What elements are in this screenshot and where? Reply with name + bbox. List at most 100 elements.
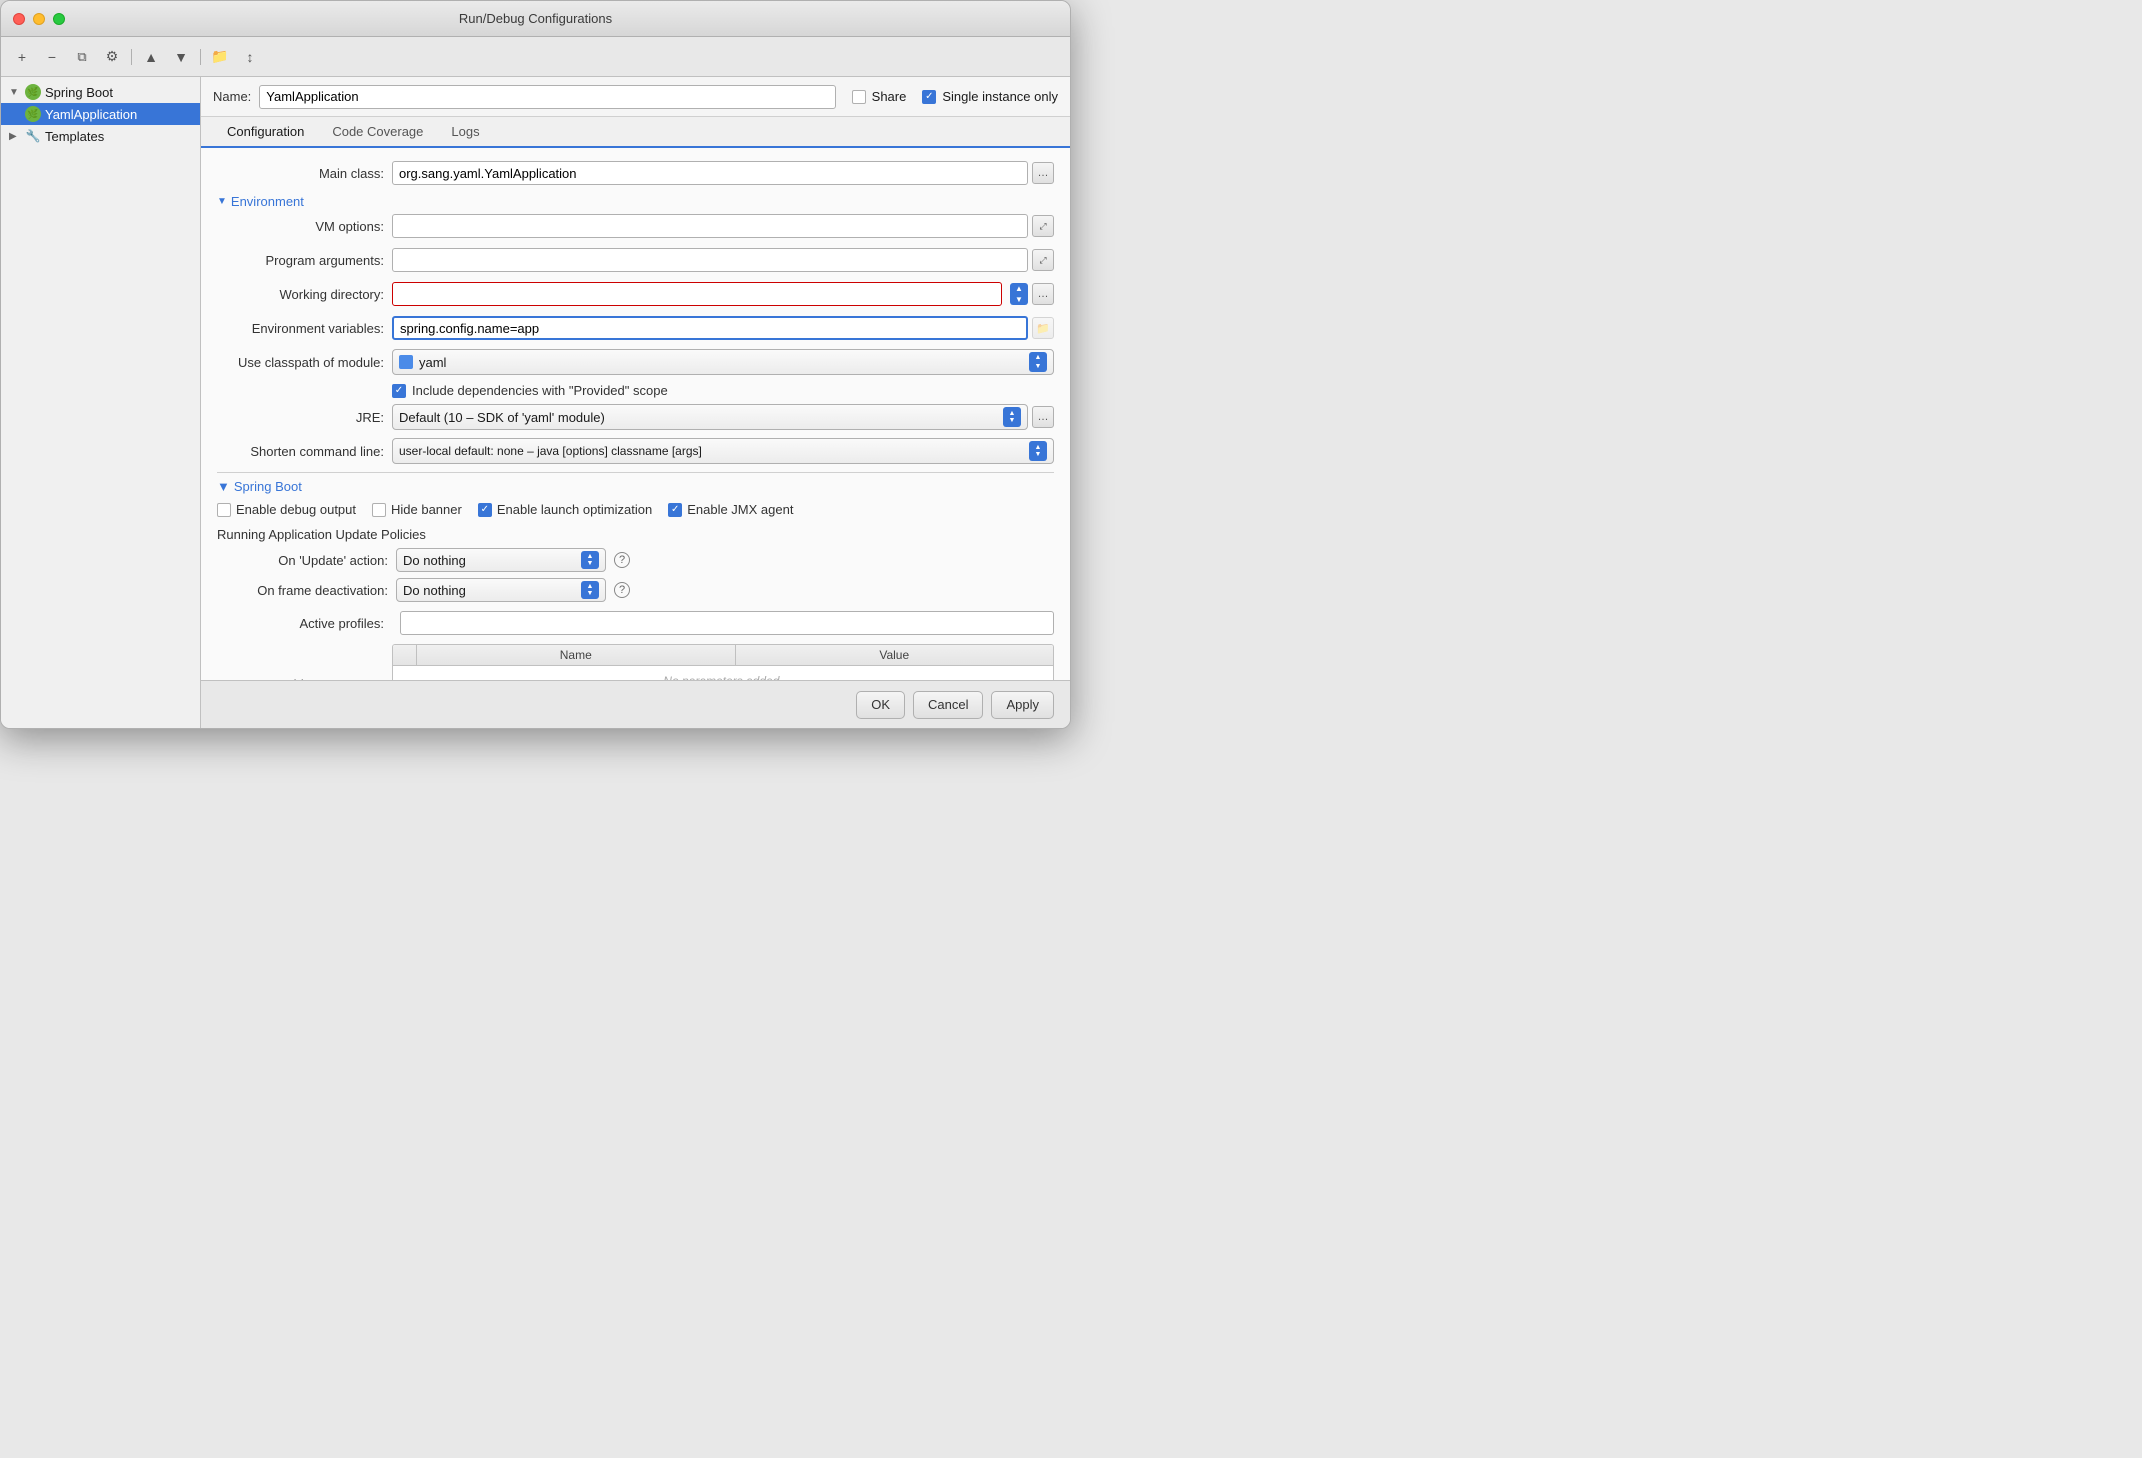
on-frame-deact-help-icon[interactable]: ?: [614, 582, 630, 598]
on-update-help-icon[interactable]: ?: [614, 552, 630, 568]
on-frame-deact-label: On frame deactivation:: [233, 583, 388, 598]
hide-banner-checkbox[interactable]: [372, 503, 386, 517]
templates-label: Templates: [45, 129, 104, 144]
main-class-label: Main class:: [217, 166, 392, 181]
working-dir-dropdown-button[interactable]: ▲ ▼: [1010, 283, 1028, 305]
traffic-lights: [13, 13, 65, 25]
name-input[interactable]: [259, 85, 835, 109]
on-update-label: On 'Update' action:: [233, 553, 388, 568]
env-vars-row: Environment variables: 📁: [217, 315, 1054, 341]
share-label: Share: [872, 89, 907, 104]
tab-code-coverage[interactable]: Code Coverage: [318, 117, 437, 148]
run-debug-config-window: Run/Debug Configurations + − ⧉ ⚙ ▲ ▼ 📁 ↕…: [0, 0, 1071, 729]
active-profiles-field: [400, 611, 1054, 635]
params-table-header: Name Value: [393, 645, 1053, 666]
policies-title: Running Application Update Policies: [217, 527, 1054, 542]
working-dir-row: Working directory: ▲ ▼ …: [217, 281, 1054, 307]
toolbar-separator: [131, 49, 132, 65]
env-vars-browse-button[interactable]: 📁: [1032, 317, 1054, 339]
minimize-button[interactable]: [33, 13, 45, 25]
share-section: Share: [852, 89, 907, 104]
add-config-button[interactable]: +: [9, 46, 35, 68]
cancel-button[interactable]: Cancel: [913, 691, 983, 719]
shorten-cmd-select[interactable]: user-local default: none – java [options…: [392, 438, 1054, 464]
top-toolbar: + − ⧉ ⚙ ▲ ▼ 📁 ↕: [1, 37, 1070, 77]
jre-browse-button[interactable]: …: [1032, 406, 1054, 428]
enable-debug-item: Enable debug output: [217, 502, 356, 517]
on-frame-deact-arrows: ▲ ▼: [581, 581, 599, 599]
environment-section-header: ▼ Environment: [217, 194, 1054, 209]
main-content: ▼ 🌿 Spring Boot 🌿 YamlApplication ▶ 🔧 Te…: [1, 77, 1070, 728]
program-args-input[interactable]: [392, 248, 1028, 272]
up-button[interactable]: ▲: [138, 46, 164, 68]
vm-options-label: VM options:: [217, 219, 392, 234]
enable-jmx-checkbox[interactable]: [668, 503, 682, 517]
spring-boot-section-label: Spring Boot: [234, 479, 302, 494]
titlebar: Run/Debug Configurations: [1, 1, 1070, 37]
classpath-field: yaml ▲ ▼: [392, 349, 1054, 375]
shorten-cmd-row: Shorten command line: user-local default…: [217, 438, 1054, 464]
tab-configuration[interactable]: Configuration: [213, 117, 318, 148]
tabs-bar: Configuration Code Coverage Logs: [201, 117, 1070, 148]
ok-button[interactable]: OK: [856, 691, 905, 719]
include-deps-row: Include dependencies with "Provided" sco…: [217, 383, 1054, 398]
down-button[interactable]: ▼: [168, 46, 194, 68]
active-profiles-label: Active profiles:: [217, 616, 392, 631]
on-frame-deact-select[interactable]: Do nothing ▲ ▼: [396, 578, 606, 602]
enable-launch-opt-label: Enable launch optimization: [497, 502, 652, 517]
active-profiles-row: Active profiles:: [217, 610, 1054, 636]
share-checkbox[interactable]: [852, 90, 866, 104]
main-class-browse-button[interactable]: …: [1032, 162, 1054, 184]
program-args-expand-button[interactable]: ⤢: [1032, 249, 1054, 271]
main-class-input[interactable]: [392, 161, 1028, 185]
spring-boot-section-header: ▼ Spring Boot: [217, 479, 1054, 494]
tab-logs[interactable]: Logs: [437, 117, 493, 148]
remove-config-button[interactable]: −: [39, 46, 65, 68]
hide-banner-item: Hide banner: [372, 502, 462, 517]
include-deps-checkbox[interactable]: [392, 384, 406, 398]
working-dir-input[interactable]: [392, 282, 1002, 306]
classpath-value: yaml: [419, 355, 446, 370]
classpath-label: Use classpath of module:: [217, 355, 392, 370]
form-area: Main class: … ▼ Environment VM options:: [201, 148, 1070, 680]
close-button[interactable]: [13, 13, 25, 25]
move-to-folder-button[interactable]: 📁: [207, 46, 233, 68]
name-row: Name: Share Single instance only: [201, 77, 1070, 117]
override-params-label-row: Override parameters: Name Value: [217, 644, 1054, 680]
classpath-select[interactable]: yaml ▲ ▼: [392, 349, 1054, 375]
jre-select[interactable]: Default (10 – SDK of 'yaml' module) ▲ ▼: [392, 404, 1028, 430]
single-instance-section: Single instance only: [922, 89, 1058, 104]
jre-label: JRE:: [217, 410, 392, 425]
vm-options-expand-button[interactable]: ⤢: [1032, 215, 1054, 237]
override-params-table: Name Value No parameters added. + −: [392, 644, 1054, 680]
spring-boot-icon: 🌿: [25, 84, 41, 100]
sort-button[interactable]: ↕: [237, 46, 263, 68]
templates-arrow-icon: ▶: [9, 131, 21, 142]
name-label: Name:: [213, 89, 251, 104]
enable-jmx-label: Enable JMX agent: [687, 502, 793, 517]
sidebar: ▼ 🌿 Spring Boot 🌿 YamlApplication ▶ 🔧 Te…: [1, 77, 201, 728]
sidebar-item-spring-boot[interactable]: ▼ 🌿 Spring Boot: [1, 81, 200, 103]
enable-debug-checkbox[interactable]: [217, 503, 231, 517]
include-deps-label: Include dependencies with "Provided" sco…: [412, 383, 668, 398]
enable-debug-label: Enable debug output: [236, 502, 356, 517]
vm-options-input[interactable]: [392, 214, 1028, 238]
sidebar-item-yaml-application[interactable]: 🌿 YamlApplication: [1, 103, 200, 125]
apply-button[interactable]: Apply: [991, 691, 1054, 719]
program-args-field: ⤢: [392, 248, 1054, 272]
active-profiles-input[interactable]: [400, 611, 1054, 635]
copy-config-button[interactable]: ⧉: [69, 46, 95, 68]
enable-launch-opt-checkbox[interactable]: [478, 503, 492, 517]
toolbar-separator-2: [200, 49, 201, 65]
environment-label: Environment: [231, 194, 304, 209]
working-dir-browse-button[interactable]: …: [1032, 283, 1054, 305]
working-dir-label: Working directory:: [217, 287, 392, 302]
settings-button[interactable]: ⚙: [99, 46, 125, 68]
on-update-select[interactable]: Do nothing ▲ ▼: [396, 548, 606, 572]
module-icon: [399, 355, 413, 369]
yaml-app-icon: 🌿: [25, 106, 41, 122]
maximize-button[interactable]: [53, 13, 65, 25]
env-vars-input[interactable]: [392, 316, 1028, 340]
sidebar-item-templates[interactable]: ▶ 🔧 Templates: [1, 125, 200, 147]
single-instance-checkbox[interactable]: [922, 90, 936, 104]
